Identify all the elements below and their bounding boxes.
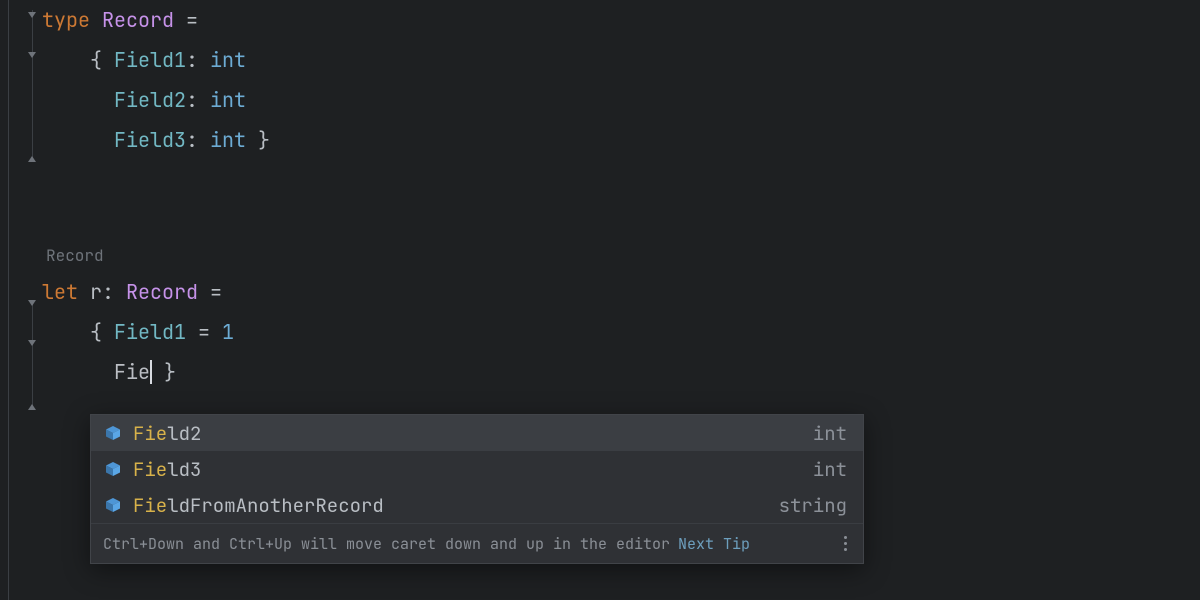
completion-type: int — [813, 457, 847, 482]
colon: : — [102, 279, 126, 305]
code-line[interactable]: Field2: int — [42, 80, 1200, 120]
code-line[interactable]: let r: Record = — [42, 272, 1200, 312]
fold-toggle-icon[interactable] — [25, 48, 39, 62]
code-line[interactable]: type Record = — [42, 0, 1200, 40]
type-name: Record — [102, 7, 174, 33]
field-name: Field2 — [114, 87, 186, 113]
colon: : — [186, 87, 210, 113]
next-tip-link[interactable]: Next Tip — [678, 534, 750, 554]
colon: : — [186, 127, 210, 153]
type-ref: int — [210, 87, 246, 113]
field-icon — [103, 423, 123, 443]
code-area[interactable]: type Record = { Field1: int Field2: int … — [42, 0, 1200, 392]
brace-close: } — [152, 359, 176, 385]
type-ref: int — [210, 47, 246, 73]
keyword: type — [42, 7, 90, 33]
fold-toggle-icon[interactable] — [25, 296, 39, 310]
binding-name: r — [78, 279, 102, 305]
blank-line[interactable] — [42, 200, 1200, 240]
completion-label: FieldFromAnotherRecord — [133, 493, 779, 518]
number-literal: 1 — [222, 319, 234, 345]
brace-open: { — [90, 319, 114, 345]
completion-label: Field3 — [133, 457, 813, 482]
code-line[interactable]: Field3: int } — [42, 120, 1200, 160]
completion-footer: Ctrl+Down and Ctrl+Up will move caret do… — [91, 523, 863, 563]
blank-line[interactable] — [42, 160, 1200, 200]
completion-type: int — [813, 421, 847, 446]
operator: = — [174, 7, 198, 33]
code-editor[interactable]: type Record = { Field1: int Field2: int … — [0, 0, 1200, 600]
fold-end-icon[interactable] — [25, 400, 39, 414]
field-icon — [103, 495, 123, 515]
completion-item[interactable]: FieldFromAnotherRecord string — [91, 487, 863, 523]
fold-toggle-icon[interactable] — [25, 336, 39, 350]
field-name: Field3 — [114, 127, 186, 153]
field-name: Field1 — [114, 47, 186, 73]
code-line[interactable]: Fie } — [42, 352, 1200, 392]
completion-label: Field2 — [133, 421, 813, 446]
more-options-icon[interactable] — [840, 532, 851, 555]
fold-column — [22, 0, 42, 600]
operator: = — [198, 279, 222, 305]
brace-open: { — [90, 47, 114, 73]
code-line[interactable]: { Field1 = 1 — [42, 312, 1200, 352]
fold-end-icon[interactable] — [25, 152, 39, 166]
type-ref: Record — [126, 279, 198, 305]
completion-type: string — [779, 493, 847, 518]
typed-text: Fie — [114, 359, 150, 385]
code-line[interactable]: { Field1: int — [42, 40, 1200, 80]
operator: = — [186, 319, 222, 345]
completion-item[interactable]: Field3 int — [91, 451, 863, 487]
keyword: let — [42, 279, 78, 305]
fold-toggle-icon[interactable] — [25, 8, 39, 22]
tip-text: Ctrl+Down and Ctrl+Up will move caret do… — [103, 534, 670, 554]
type-ref: int — [210, 127, 246, 153]
field-icon — [103, 459, 123, 479]
brace-close: } — [246, 127, 270, 153]
field-name: Field1 — [114, 319, 186, 345]
completion-popup[interactable]: Field2 int Field3 int FieldFromAnotherRe… — [90, 414, 864, 564]
inlay-hint: Record — [42, 240, 1200, 272]
colon: : — [186, 47, 210, 73]
completion-item[interactable]: Field2 int — [91, 415, 863, 451]
